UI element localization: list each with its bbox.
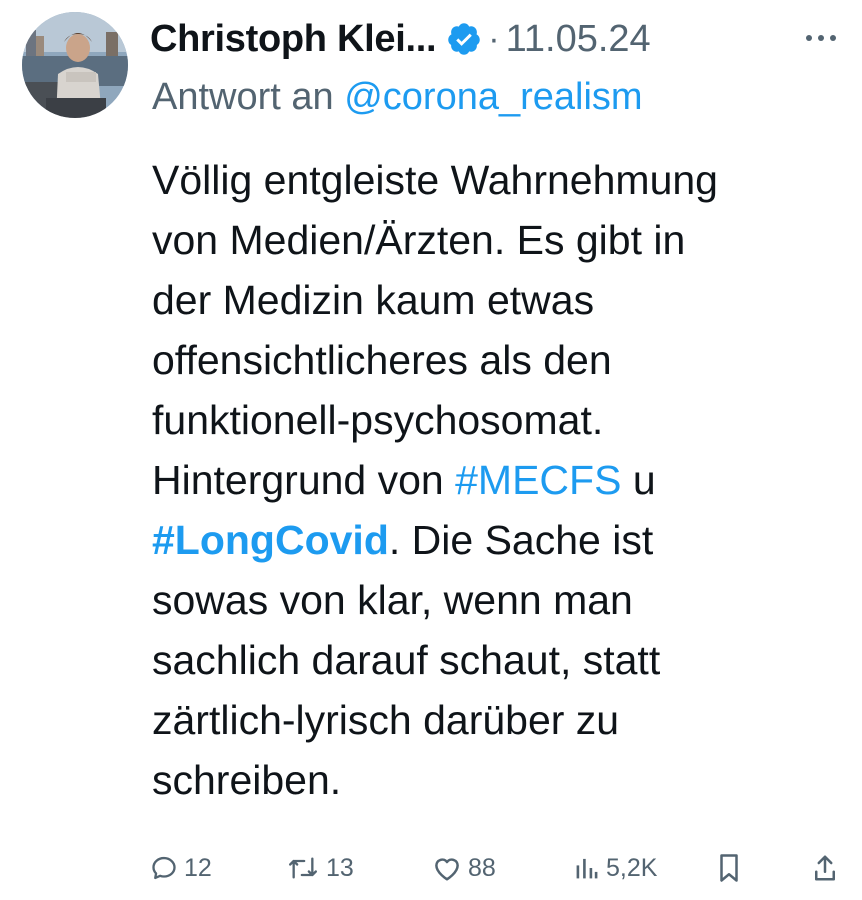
tweet-text-line: offensichtlicheres als den bbox=[152, 337, 612, 383]
tweet-date[interactable]: 11.05.24 bbox=[506, 18, 651, 61]
avatar[interactable] bbox=[22, 12, 128, 118]
tweet-text: Völlig entgleiste Wahrnehmung von Medien… bbox=[152, 150, 842, 810]
tweet-text-line: sowas von klar, wenn man bbox=[152, 577, 633, 623]
text-fragment: Hintergrund von bbox=[152, 457, 456, 503]
reply-context: Antwort an @corona_realism bbox=[152, 76, 643, 119]
reply-prefix: Antwort an bbox=[152, 76, 334, 118]
bookmark-icon bbox=[720, 854, 738, 882]
views-count: 5,2K bbox=[606, 853, 658, 882]
share-button[interactable] bbox=[812, 846, 838, 890]
share-icon bbox=[815, 855, 835, 881]
verified-badge-icon bbox=[446, 21, 482, 57]
tweet-actions: 12 13 88 5,2K bbox=[150, 846, 850, 890]
reply-icon bbox=[152, 856, 176, 880]
heart-icon bbox=[435, 858, 459, 881]
views-button[interactable]: 5,2K bbox=[574, 846, 657, 890]
tweet-text-line: von Medien/Ärzten. Es gibt in bbox=[152, 217, 686, 263]
tweet-text-line: schreiben. bbox=[152, 757, 342, 803]
reply-count: 12 bbox=[184, 853, 212, 882]
reply-handle-link[interactable]: @corona_realism bbox=[344, 76, 642, 118]
text-fragment: u bbox=[621, 457, 656, 503]
like-button[interactable]: 88 bbox=[432, 846, 496, 890]
tweet-text-line: zärtlich-lyrisch darüber zu bbox=[152, 697, 620, 743]
tweet-text-line: funktionell-psychosomat. bbox=[152, 397, 604, 443]
separator-dot: · bbox=[488, 19, 500, 58]
tweet-text-line: sachlich darauf schaut, statt bbox=[152, 637, 661, 683]
hashtag-longcovid-link[interactable]: #LongCovid bbox=[152, 517, 389, 563]
retweet-count: 13 bbox=[326, 853, 354, 882]
like-count: 88 bbox=[468, 853, 496, 882]
reply-button[interactable]: 12 bbox=[150, 846, 212, 890]
tweet-text-line: Hintergrund von #MECFS u bbox=[152, 450, 842, 510]
author-name[interactable]: Christoph Klei... bbox=[150, 18, 437, 61]
tweet-text-line: der Medizin kaum etwas bbox=[152, 277, 595, 323]
tweet-text-line: #LongCovid. Die Sache ist bbox=[152, 510, 842, 570]
views-chart-icon bbox=[576, 858, 598, 879]
retweet-icon bbox=[289, 857, 318, 879]
hashtag-mecfs-link[interactable]: #MECFS bbox=[455, 457, 621, 503]
more-options-icon[interactable] bbox=[796, 18, 846, 58]
text-fragment: . Die Sache ist bbox=[388, 517, 654, 563]
tweet-header: Christoph Klei... · 11.05.24 bbox=[150, 14, 850, 64]
bookmark-button[interactable] bbox=[716, 846, 742, 890]
tweet-text-line: Völlig entgleiste Wahrnehmung bbox=[152, 157, 718, 203]
retweet-button[interactable]: 13 bbox=[286, 846, 354, 890]
